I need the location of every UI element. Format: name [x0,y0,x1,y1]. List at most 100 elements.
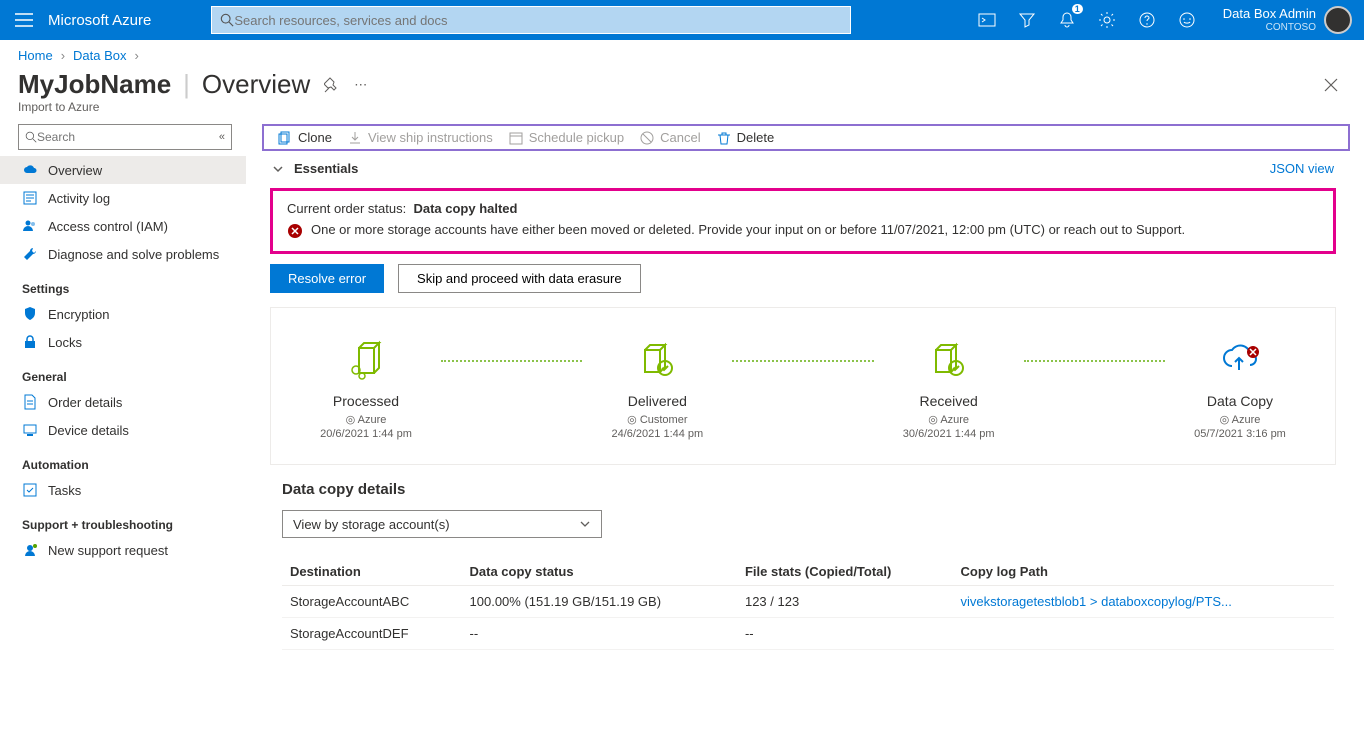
sidebar-item-label: Access control (IAM) [48,219,168,234]
sidebar: « Overview Activity log Access control (… [0,122,252,753]
cloud-error-icon [1217,338,1262,383]
sidebar-search[interactable]: « [18,124,232,150]
box-check-icon [635,338,680,383]
json-view-link[interactable]: JSON view [1270,161,1334,176]
skip-erasure-button[interactable]: Skip and proceed with data erasure [398,264,641,293]
global-search-input[interactable] [234,13,842,28]
col-log[interactable]: Copy log Path [953,558,1334,586]
avatar [1324,6,1352,34]
timeline-step-delivered: Delivered ◎ Customer 24/6/2021 1:44 pm [582,338,732,440]
support-icon [22,542,38,558]
delete-button[interactable]: Delete [717,130,775,145]
directories-button[interactable] [1017,10,1037,30]
resource-type: Import to Azure [0,100,1364,122]
user-name: Data Box Admin [1223,7,1316,21]
more-button[interactable]: ⋯ [354,77,367,93]
sidebar-item-activity-log[interactable]: Activity log [0,184,246,212]
sidebar-item-new-support[interactable]: New support request [0,536,246,564]
sidebar-item-label: Device details [48,423,129,438]
data-copy-table: Destination Data copy status File stats … [282,558,1334,650]
close-icon [1324,78,1338,92]
cancel-icon [640,131,654,145]
page-header: MyJobName | Overview ⋯ [0,67,1364,100]
clone-icon [278,131,292,145]
user-org: CONTOSO [1223,22,1316,33]
sidebar-item-label: Locks [48,335,82,350]
sidebar-item-device-details[interactable]: Device details [0,416,246,444]
feedback-icon [1178,11,1196,29]
cloud-shell-button[interactable] [977,10,997,30]
clone-button[interactable]: Clone [278,130,332,145]
breadcrumb-databox[interactable]: Data Box [73,48,126,63]
schedule-pickup-button[interactable]: Schedule pickup [509,130,624,145]
location-icon: ◎ [1220,414,1230,426]
notifications-button[interactable]: 1 [1057,10,1077,30]
view-by-dropdown[interactable]: View by storage account(s) [282,510,602,538]
brand-label[interactable]: Microsoft Azure [48,12,211,29]
col-destination[interactable]: Destination [282,558,462,586]
feedback-button[interactable] [1177,10,1197,30]
status-label: Current order status: [287,201,406,216]
timeline-step-processed: Processed ◎ Azure 20/6/2021 1:44 pm [291,338,441,440]
calendar-icon [509,131,523,145]
settings-button[interactable] [1097,10,1117,30]
collapse-sidebar-button[interactable]: « [219,131,225,143]
wrench-icon [22,246,38,262]
topbar-icons: 1 [963,10,1211,30]
content: Clone View ship instructions Schedule pi… [252,122,1364,753]
resolve-error-button[interactable]: Resolve error [270,264,384,293]
timeline-step-datacopy: Data Copy ◎ Azure 05/7/2021 3:16 pm [1165,338,1315,440]
sidebar-item-label: Overview [48,163,102,178]
help-button[interactable] [1137,10,1157,30]
pin-button[interactable] [324,77,340,93]
essentials-header: Essentials JSON view [252,155,1354,182]
status-message: One or more storage accounts have either… [311,222,1185,237]
close-button[interactable] [1324,78,1346,92]
breadcrumb-home[interactable]: Home [18,48,53,63]
sidebar-item-encryption[interactable]: Encryption [0,300,246,328]
sidebar-item-order-details[interactable]: Order details [0,388,246,416]
location-icon: ◎ [928,414,938,426]
sidebar-item-locks[interactable]: Locks [0,328,246,356]
copy-log-link[interactable]: vivekstoragetestblob1 > databoxcopylog/P… [961,594,1232,609]
col-status[interactable]: Data copy status [462,558,737,586]
status-panel: Current order status: Data copy halted O… [270,188,1336,254]
hamburger-menu[interactable] [0,13,48,27]
sidebar-item-label: Diagnose and solve problems [48,247,219,262]
error-icon [287,223,303,239]
device-icon [22,422,38,438]
sidebar-item-tasks[interactable]: Tasks [0,476,246,504]
chevron-down-icon [579,518,591,530]
shield-icon [22,306,38,322]
help-icon [1138,11,1156,29]
notification-badge: 1 [1072,4,1083,14]
action-row: Resolve error Skip and proceed with data… [270,264,1354,293]
command-bar: Clone View ship instructions Schedule pi… [262,124,1350,151]
view-ship-button[interactable]: View ship instructions [348,130,493,145]
essentials-toggle[interactable] [272,163,284,175]
sidebar-item-diagnose[interactable]: Diagnose and solve problems [0,240,246,268]
global-search[interactable] [211,6,851,34]
download-icon [348,131,362,145]
chevron-down-icon [272,163,284,175]
user-menu[interactable]: Data Box Admin CONTOSO [1211,6,1364,34]
box-check-icon [926,338,971,383]
chevron-right-icon: › [135,48,139,63]
sidebar-group-general: General [0,356,246,388]
sidebar-item-overview[interactable]: Overview [0,156,246,184]
sidebar-search-input[interactable] [37,130,219,144]
bell-icon [1058,11,1076,29]
search-icon [25,131,37,143]
sidebar-item-access-control[interactable]: Access control (IAM) [0,212,246,240]
document-icon [22,394,38,410]
sidebar-group-settings: Settings [0,268,246,300]
col-stats[interactable]: File stats (Copied/Total) [737,558,953,586]
cancel-button[interactable]: Cancel [640,130,700,145]
topbar: Microsoft Azure 1 Data Box Admin CONTOSO [0,0,1364,40]
filter-icon [1018,11,1036,29]
box-gear-icon [344,338,389,383]
page-title: MyJobName [18,69,171,100]
timeline-step-received: Received ◎ Azure 30/6/2021 1:44 pm [874,338,1024,440]
delete-icon [717,131,731,145]
essentials-label: Essentials [294,161,358,176]
